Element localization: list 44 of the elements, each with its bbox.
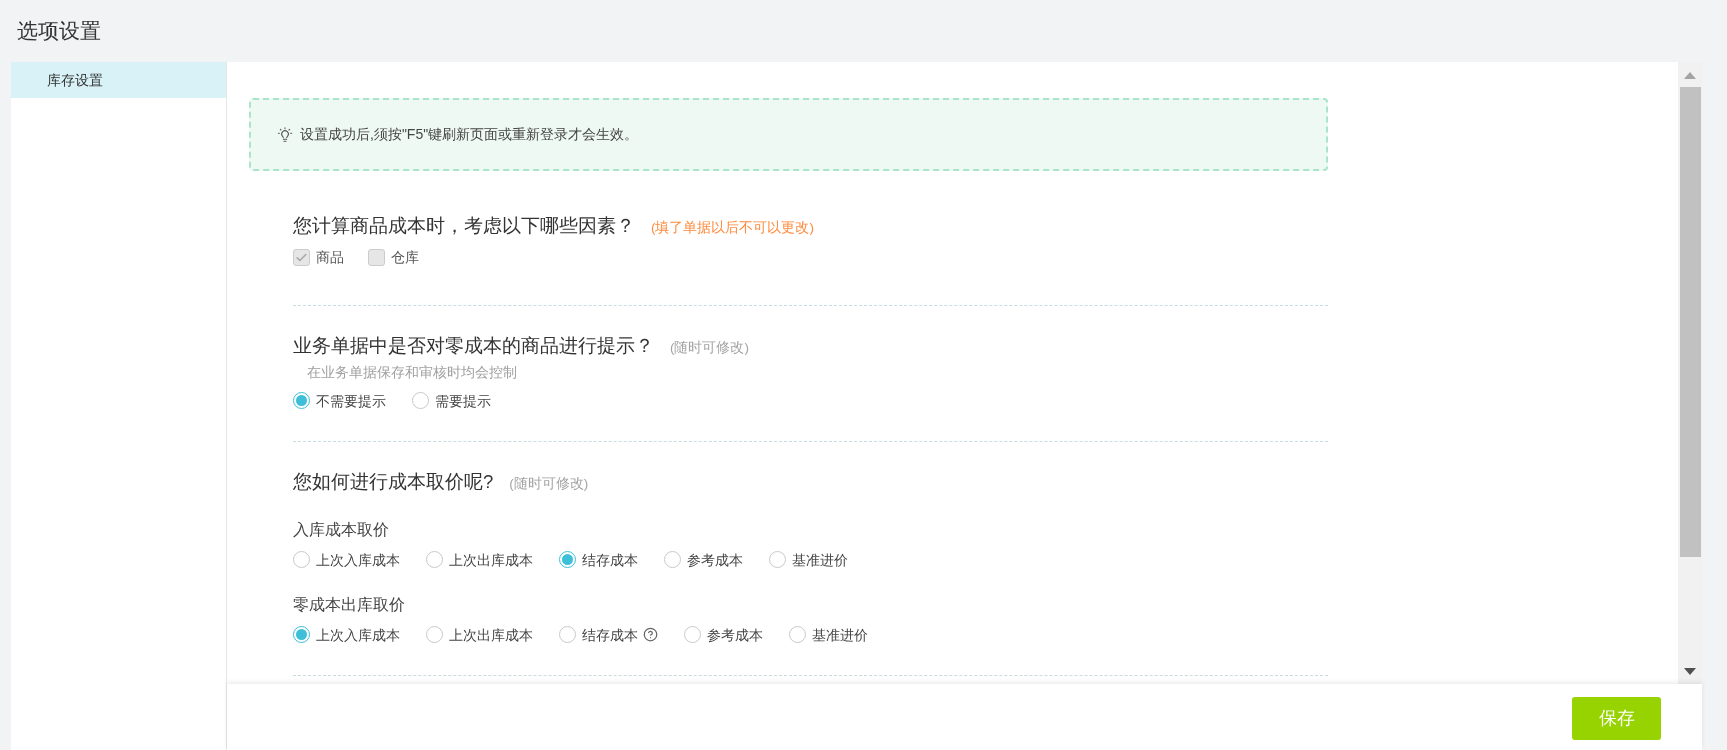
- radio-button[interactable]: [412, 392, 429, 409]
- question-title: 业务单据中是否对零成本的商品进行提示？: [293, 334, 654, 359]
- radio-label: 结存成本: [582, 625, 638, 645]
- notice-text: 设置成功后,须按"F5"键刷新页面或重新登录才会生效。: [300, 125, 639, 144]
- radio-label: 上次入库成本: [316, 625, 400, 645]
- question-hint: 在业务单据保存和审核时均会控制: [307, 362, 517, 382]
- sidebar-item[interactable]: 库存设置: [11, 62, 226, 98]
- option-group-label: 入库成本取价: [293, 519, 389, 540]
- scrollbar[interactable]: [1678, 62, 1702, 684]
- radio-label: 基准进价: [792, 550, 848, 570]
- scroll-down-icon[interactable]: [1684, 668, 1696, 675]
- radio-button[interactable]: [426, 626, 443, 644]
- scroll-up-icon[interactable]: [1684, 72, 1696, 79]
- question-title: 您计算商品成本时，考虑以下哪些因素？: [293, 214, 635, 238]
- lightbulb-icon: [277, 126, 293, 143]
- question-title: 您如何进行成本取价呢?: [293, 469, 494, 494]
- radio-button[interactable]: [293, 551, 310, 569]
- radio-button[interactable]: [684, 626, 701, 644]
- scrollbar-thumb[interactable]: [1679, 87, 1701, 557]
- radio-label: 参考成本: [687, 550, 743, 570]
- radio-label: 不需要提示: [316, 391, 386, 411]
- radio-button[interactable]: [293, 392, 310, 409]
- radio-label: 结存成本: [582, 550, 638, 570]
- radio-label: 上次入库成本: [316, 550, 400, 570]
- radio-label: 上次出库成本: [449, 625, 533, 645]
- edit-note: (随时可修改): [509, 474, 589, 493]
- help-icon[interactable]: [643, 627, 658, 643]
- page-title: 选项设置: [17, 18, 101, 44]
- radio-button[interactable]: [426, 551, 443, 569]
- edit-note: (随时可修改): [670, 339, 749, 358]
- radio-button[interactable]: [769, 551, 786, 569]
- radio-button[interactable]: [789, 626, 806, 644]
- radio-label: 上次出库成本: [449, 550, 533, 570]
- radio-button[interactable]: [293, 626, 310, 644]
- radio-button[interactable]: [559, 626, 576, 644]
- option-group-label: 零成本出库取价: [293, 594, 405, 615]
- radio-label: 基准进价: [812, 625, 868, 645]
- radio-label: 参考成本: [707, 625, 763, 645]
- checkbox-label: 商品: [316, 248, 344, 268]
- checkbox-label: 仓库: [391, 248, 419, 268]
- radio-label: 需要提示: [435, 391, 491, 411]
- radio-button[interactable]: [559, 551, 576, 569]
- radio-button[interactable]: [664, 551, 681, 569]
- edit-note: (填了单据以后不可以更改): [651, 219, 814, 237]
